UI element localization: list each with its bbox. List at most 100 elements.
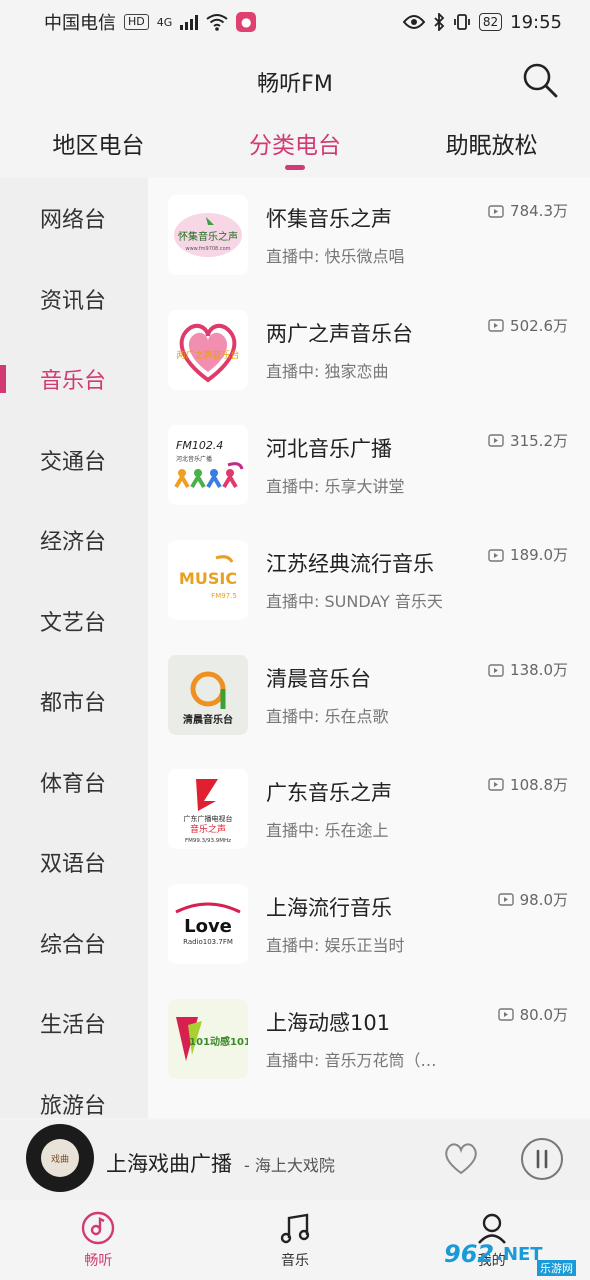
now-playing-cover: 戏曲 <box>41 1139 79 1177</box>
watermark-number: 962 <box>444 1240 495 1268</box>
sidebar-item-sports[interactable]: 体育台 <box>0 742 148 823</box>
battery-indicator: 82 <box>478 13 503 31</box>
status-bar: 中国电信 HD 4G ● 82 19:55 <box>0 0 590 44</box>
sidebar-item-bilingual[interactable]: 双语台 <box>0 822 148 903</box>
nav-listen[interactable]: 畅听 <box>0 1200 197 1280</box>
sidebar-item-life[interactable]: 生活台 <box>0 983 148 1064</box>
svg-text:FM97.5: FM97.5 <box>211 592 237 600</box>
top-tabs: 地区电台 分类电台 助眠放松 <box>0 120 590 176</box>
play-count-icon <box>488 663 504 677</box>
favorite-button[interactable] <box>442 1140 480 1180</box>
station-logo: Love Radio103.7FM <box>168 884 248 965</box>
search-icon <box>523 63 558 98</box>
svg-text:清晨音乐台: 清晨音乐台 <box>183 713 233 726</box>
station-row[interactable]: MUSIC FM97.5 江苏经典流行音乐 直播中: SUNDAY 音乐天 18… <box>148 522 590 637</box>
tab-category[interactable]: 分类电台 <box>197 120 394 176</box>
station-list: 怀集音乐之声 www.fm9708.com 怀集音乐之声 直播中: 快乐微点唱 … <box>148 178 590 1118</box>
svg-text:Radio103.7FM: Radio103.7FM <box>183 938 233 946</box>
nav-music-label: 音乐 <box>281 1253 309 1269</box>
sidebar-item-economy[interactable]: 经济台 <box>0 500 148 581</box>
carrier-name: 中国电信 <box>44 13 116 34</box>
station-logo: 两广之声音乐台 <box>168 310 248 391</box>
station-logo: 101动感101 <box>168 998 248 1079</box>
category-sidebar: 网络台 资讯台 音乐台 交通台 经济台 文艺台 都市台 体育台 双语台 综合台 … <box>0 178 148 1118</box>
station-row[interactable]: 广东广播电视台 音乐之声 FM99.3/93.9MHz 广东音乐之声 直播中: … <box>148 752 590 867</box>
vibrate-icon <box>453 14 470 30</box>
play-count-icon <box>488 549 504 562</box>
station-logo: MUSIC FM97.5 <box>168 539 248 620</box>
sidebar-item-arts[interactable]: 文艺台 <box>0 581 148 662</box>
svg-text:MUSIC: MUSIC <box>179 569 237 588</box>
sidebar-item-music[interactable]: 音乐台 <box>0 339 148 420</box>
play-count-icon <box>488 778 504 792</box>
wifi-icon <box>206 14 228 31</box>
station-logo: FM102.4 河北音乐广播 <box>168 424 248 505</box>
svg-text:两广之声音乐台: 两广之声音乐台 <box>176 349 239 361</box>
pause-button[interactable] <box>520 1137 564 1185</box>
station-row[interactable]: FM102.4 河北音乐广播 河北音乐广播 直播中: 乐享大讲堂 315.2万 <box>148 408 590 523</box>
sidebar-item-network[interactable]: 网络台 <box>0 178 148 259</box>
now-playing-title: 上海戏曲广播 <box>106 1152 232 1176</box>
site-watermark: 962 .NET 乐游网 <box>444 1234 584 1276</box>
hd-badge: HD <box>124 14 149 30</box>
page-title: 畅听FM <box>257 72 333 97</box>
listener-count: 189.0万 <box>488 544 568 565</box>
nav-music[interactable]: 音乐 <box>197 1200 394 1280</box>
svg-text:音乐之声: 音乐之声 <box>190 823 226 835</box>
listener-count: 502.6万 <box>488 315 568 336</box>
station-live-program: 直播中: 乐享大讲堂 <box>266 476 405 496</box>
pause-icon <box>521 1138 563 1180</box>
station-live-program: 直播中: 独家恋曲 <box>266 362 389 382</box>
play-count-icon <box>497 893 514 906</box>
nav-listen-label: 畅听 <box>84 1253 113 1269</box>
listener-count: 108.8万 <box>488 774 568 795</box>
watermark-name: 乐游网 <box>537 1260 576 1276</box>
network-type: 4G <box>156 15 173 29</box>
station-row[interactable]: 清晨音乐台 清晨音乐台 直播中: 乐在点歌 138.0万 <box>148 637 590 752</box>
station-live-program: 直播中: 音乐万花筒（… <box>266 1050 437 1070</box>
svg-text:101动感101: 101动感101 <box>189 1035 248 1048</box>
heart-icon <box>445 1143 477 1175</box>
station-row[interactable]: 怀集音乐之声 www.fm9708.com 怀集音乐之声 直播中: 快乐微点唱 … <box>148 178 590 293</box>
watermark-domain: .NET <box>496 1243 543 1265</box>
listener-count: 138.0万 <box>488 659 568 680</box>
search-button[interactable] <box>520 60 560 100</box>
svg-text:怀集音乐之声: 怀集音乐之声 <box>178 230 238 243</box>
sidebar-item-travel[interactable]: 旅游台 <box>0 1064 148 1118</box>
station-live-program: 直播中: 乐在点歌 <box>266 706 389 726</box>
tab-region[interactable]: 地区电台 <box>0 120 197 176</box>
station-logo: 清晨音乐台 <box>168 654 248 735</box>
now-playing-program: - 海上大戏院 <box>244 1156 335 1175</box>
svg-text:FM99.3/93.9MHz: FM99.3/93.9MHz <box>185 838 231 844</box>
listener-count: 98.0万 <box>497 889 568 910</box>
station-row[interactable]: Love Radio103.7FM 上海流行音乐 直播中: 娱乐正当时 98.0… <box>148 867 590 982</box>
svg-text:河北音乐广播: 河北音乐广播 <box>176 455 212 463</box>
play-count-icon <box>488 204 504 218</box>
listener-count: 315.2万 <box>488 430 568 451</box>
station-live-program: 直播中: SUNDAY 音乐天 <box>266 591 443 611</box>
app-notification-icon: ● <box>236 12 257 32</box>
sidebar-item-traffic[interactable]: 交通台 <box>0 420 148 501</box>
listener-count: 784.3万 <box>488 200 568 221</box>
music-note-icon <box>280 1213 310 1244</box>
bluetooth-icon <box>434 13 445 31</box>
sidebar-item-news[interactable]: 资讯台 <box>0 259 148 340</box>
station-logo: 怀集音乐之声 www.fm9708.com <box>168 195 248 276</box>
music-disc-icon <box>82 1211 115 1245</box>
sidebar-item-general[interactable]: 综合台 <box>0 903 148 984</box>
listener-count: 80.0万 <box>497 1004 568 1025</box>
now-playing-disc[interactable]: 戏曲 <box>26 1124 94 1192</box>
station-live-program: 直播中: 娱乐正当时 <box>266 936 405 956</box>
tab-sleep-relax[interactable]: 助眠放松 <box>393 120 590 176</box>
mini-player[interactable]: 戏曲 上海戏曲广播 - 海上大戏院 <box>0 1120 590 1200</box>
clock: 19:55 <box>510 11 562 33</box>
station-row[interactable]: 101动感101 上海动感101 直播中: 音乐万花筒（… 80.0万 <box>148 982 590 1097</box>
svg-text:www.fm9708.com: www.fm9708.com <box>185 246 230 252</box>
station-live-program: 直播中: 快乐微点唱 <box>266 247 405 267</box>
svg-text:广东广播电视台: 广东广播电视台 <box>184 814 233 823</box>
play-count-icon <box>497 1008 514 1021</box>
station-row[interactable]: 两广之声音乐台 两广之声音乐台 直播中: 独家恋曲 502.6万 <box>148 293 590 408</box>
sidebar-item-city[interactable]: 都市台 <box>0 661 148 742</box>
station-logo: 广东广播电视台 音乐之声 FM99.3/93.9MHz <box>168 769 248 850</box>
play-count-icon <box>488 434 504 447</box>
